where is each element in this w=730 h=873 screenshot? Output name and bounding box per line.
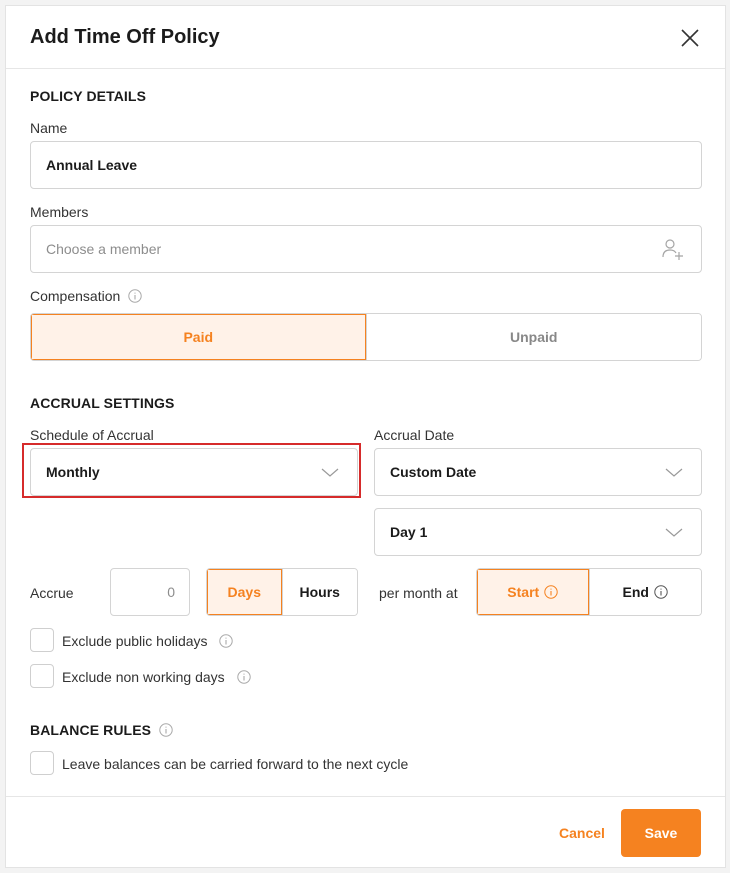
exclude-nonworking-checkbox[interactable]	[30, 664, 54, 688]
accrual-timing-toggle: Start End	[476, 568, 702, 616]
policy-details-heading: POLICY DETAILS	[30, 88, 147, 104]
per-month-label: per month at	[379, 585, 458, 601]
accrual-unit-toggle: Days Hours	[206, 568, 358, 616]
accrual-settings-heading: ACCRUAL SETTINGS	[30, 395, 175, 411]
add-user-icon	[662, 239, 683, 260]
name-input[interactable]	[46, 142, 649, 188]
timing-end-label: End	[622, 584, 649, 600]
accrual-date-value: Custom Date	[390, 464, 477, 480]
compensation-label-text: Compensation	[30, 288, 121, 304]
timing-option-start[interactable]: Start	[477, 569, 589, 615]
info-icon	[236, 670, 251, 684]
modal-title: Add Time Off Policy	[30, 26, 220, 48]
accrual-day-value: Day 1	[390, 524, 428, 540]
schedule-label: Schedule of Accrual	[30, 427, 154, 443]
balance-rules-heading: BALANCE RULES	[30, 722, 173, 738]
exclude-nonworking-label: Exclude non working days	[62, 669, 251, 685]
unit-option-days[interactable]: Days	[207, 569, 282, 615]
info-icon	[128, 289, 142, 303]
accrual-date-select[interactable]: Custom Date	[374, 448, 702, 496]
chevron-down-icon	[665, 528, 683, 537]
accrue-amount-field[interactable]	[110, 568, 190, 616]
compensation-option-unpaid[interactable]: Unpaid	[365, 314, 701, 360]
info-icon	[159, 723, 173, 737]
accrue-amount-input[interactable]	[111, 569, 175, 615]
name-label: Name	[30, 120, 68, 136]
balance-rules-text: BALANCE RULES	[30, 722, 152, 738]
unit-option-hours[interactable]: Hours	[281, 569, 357, 615]
info-icon	[219, 634, 234, 648]
save-button[interactable]: Save	[621, 809, 701, 857]
members-placeholder: Choose a member	[46, 241, 162, 257]
accrual-date-label: Accrual Date	[374, 427, 455, 443]
carry-forward-label: Leave balances can be carried forward to…	[62, 756, 409, 772]
schedule-highlight-box	[22, 443, 361, 498]
exclude-nonworking-text: Exclude non working days	[62, 669, 225, 685]
cancel-button[interactable]: Cancel	[559, 825, 605, 841]
exclude-holidays-label: Exclude public holidays	[62, 633, 234, 649]
compensation-option-paid[interactable]: Paid	[31, 314, 366, 360]
accrue-label: Accrue	[30, 585, 74, 601]
name-field[interactable]	[30, 141, 702, 189]
exclude-holidays-checkbox[interactable]	[30, 628, 54, 652]
accrual-day-select[interactable]: Day 1	[374, 508, 702, 556]
members-label: Members	[30, 204, 89, 220]
modal-footer: Cancel Save	[6, 796, 725, 869]
chevron-down-icon	[665, 468, 683, 477]
members-field[interactable]: Choose a member	[30, 225, 702, 273]
close-icon	[681, 29, 699, 47]
info-icon	[654, 585, 668, 599]
compensation-label: Compensation	[30, 288, 142, 304]
timing-start-label: Start	[507, 584, 540, 600]
carry-forward-checkbox[interactable]	[30, 751, 54, 775]
close-button[interactable]	[678, 26, 702, 50]
add-time-off-policy-modal: Add Time Off Policy POLICY DETAILS Name …	[5, 5, 726, 868]
exclude-holidays-text: Exclude public holidays	[62, 633, 208, 649]
modal-header: Add Time Off Policy	[6, 6, 725, 69]
info-icon	[544, 585, 558, 599]
timing-option-end[interactable]: End	[588, 569, 701, 615]
compensation-toggle: Paid Unpaid	[30, 313, 702, 361]
